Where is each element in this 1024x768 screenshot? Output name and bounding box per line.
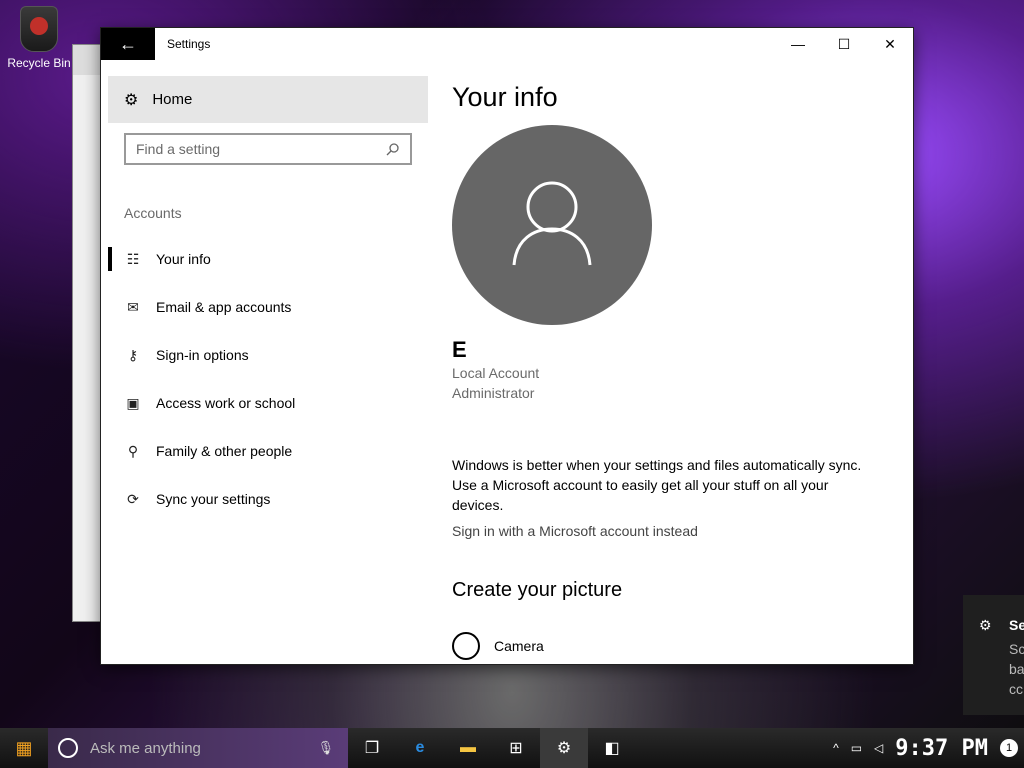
search-input[interactable]: Find a setting <box>136 141 220 157</box>
microsoft-account-link[interactable]: Sign in with a Microsoft account instead <box>452 523 893 539</box>
close-button[interactable]: ✕ <box>867 28 913 60</box>
settings-taskbar-button[interactable]: ⚙ <box>540 728 588 768</box>
settings-window: ← Settings — ☐ ✕ ⚙ Home Find a setting A… <box>101 28 913 664</box>
account-role: Administrator <box>452 385 535 401</box>
gear-icon: ⚙ <box>124 91 139 109</box>
your-info-page: Your info E Local Account Administrator … <box>452 76 893 660</box>
store-taskbar-button[interactable]: ⊞ <box>492 728 540 768</box>
notification-toast[interactable]: ⚙ Se Sc ba cc <box>963 595 1024 715</box>
maximize-button[interactable]: ☐ <box>821 28 867 60</box>
back-button[interactable]: ← <box>101 28 155 60</box>
sidebar-item-label: Sign-in options <box>156 347 249 363</box>
accounts-section-label: Accounts <box>124 205 182 221</box>
maximize-icon: ☐ <box>837 35 851 52</box>
edge-icon: e <box>415 739 425 756</box>
edge-taskbar-button[interactable]: e <box>396 728 444 768</box>
toast-body: Sc ba cc <box>1009 639 1024 699</box>
mail-icon: ✉ <box>127 298 139 315</box>
task-view-button[interactable]: ❐ <box>348 728 396 768</box>
sidebar-item-your-info[interactable]: ☷ Your info <box>108 235 428 283</box>
title-bar[interactable]: ← Settings — ☐ ✕ <box>101 28 913 60</box>
account-type: Local Account <box>452 365 540 381</box>
minimize-button[interactable]: — <box>775 28 821 60</box>
user-silhouette-icon <box>512 181 592 266</box>
key-icon: ⚷ <box>127 346 139 363</box>
camera-icon <box>452 632 480 660</box>
briefcase-icon: ▣ <box>126 394 140 411</box>
store-icon: ⊞ <box>509 740 523 757</box>
action-center-badge[interactable]: 1 <box>1000 739 1018 757</box>
sidebar-item-email-app-accounts[interactable]: ✉ Email & app accounts <box>108 283 428 331</box>
sidebar-item-label: Your info <box>156 251 211 267</box>
app-taskbar-button[interactable]: ◧ <box>588 728 636 768</box>
sidebar-item-label: Access work or school <box>156 395 296 411</box>
window-title: Settings <box>167 37 211 51</box>
folder-icon: ▬ <box>460 739 476 756</box>
gear-icon: ⚙ <box>979 617 992 633</box>
find-setting-search[interactable]: Find a setting <box>124 133 412 165</box>
avatar <box>452 125 652 325</box>
toast-line: cc <box>1009 681 1023 697</box>
recycle-bin-label: Recycle Bin <box>7 56 71 70</box>
cortana-search-box[interactable]: Ask me anything 🎙 <box>48 728 348 768</box>
gear-icon: ⚙ <box>556 740 572 757</box>
search-icon <box>386 143 399 156</box>
sidebar-item-sign-in-options[interactable]: ⚷ Sign-in options <box>108 331 428 379</box>
person-add-icon: ⚲ <box>127 442 139 459</box>
cortana-placeholder: Ask me anything <box>90 739 201 757</box>
microphone-icon[interactable]: 🎙 <box>317 740 334 756</box>
accounts-nav: ☷ Your info ✉ Email & app accounts ⚷ Sig… <box>108 235 428 523</box>
home-nav-item[interactable]: ⚙ Home <box>108 76 428 123</box>
sync-message: Windows is better when your settings and… <box>452 457 862 513</box>
volume-icon[interactable]: ◁ <box>874 741 883 755</box>
taskbar: ▦ Ask me anything 🎙 ❐ e ▬ ⊞ ⚙ ◧ ^ ▭ ◁ 9:… <box>0 728 1024 768</box>
sidebar-item-sync-settings[interactable]: ⟳ Sync your settings <box>108 475 428 523</box>
back-arrow-icon: ← <box>119 33 137 54</box>
sidebar-item-label: Family & other people <box>156 443 293 459</box>
file-explorer-taskbar-button[interactable]: ▬ <box>444 728 492 768</box>
sync-icon: ⟳ <box>127 490 139 507</box>
recycle-bin-icon <box>20 6 58 52</box>
sidebar-item-label: Sync your settings <box>156 491 271 507</box>
cortana-icon <box>58 738 78 758</box>
recycle-bin-desktop-icon[interactable]: Recycle Bin <box>6 6 72 70</box>
sidebar-item-label: Email & app accounts <box>156 299 292 315</box>
close-icon: ✕ <box>884 35 896 52</box>
app-cube-icon: ◧ <box>604 740 620 757</box>
task-view-icon: ❐ <box>364 740 380 757</box>
toast-title: Se <box>1009 617 1024 633</box>
camera-label: Camera <box>494 638 544 654</box>
camera-option[interactable]: Camera <box>452 632 893 660</box>
chevron-up-icon[interactable]: ^ <box>833 741 839 755</box>
toast-line: Sc <box>1009 641 1024 657</box>
home-label: Home <box>152 91 193 108</box>
create-picture-heading: Create your picture <box>452 579 623 601</box>
sidebar-item-access-work-school[interactable]: ▣ Access work or school <box>108 379 428 427</box>
person-card-icon: ☷ <box>126 250 140 267</box>
system-tray: ^ ▭ ◁ 9:37 PM 1 <box>827 736 1024 761</box>
settings-sidebar: ⚙ Home Find a setting Accounts ☷ Your in… <box>108 76 428 660</box>
toast-line: ba <box>1009 661 1024 677</box>
clock[interactable]: 9:37 PM <box>895 736 988 761</box>
page-title: Your info <box>452 82 558 112</box>
sidebar-item-family-other-people[interactable]: ⚲ Family & other people <box>108 427 428 475</box>
network-icon[interactable]: ▭ <box>851 741 862 755</box>
minimize-icon: — <box>791 36 805 52</box>
user-name: E <box>452 337 467 362</box>
start-button[interactable]: ▦ <box>0 728 48 768</box>
windows-logo-icon: ▦ <box>15 737 33 758</box>
